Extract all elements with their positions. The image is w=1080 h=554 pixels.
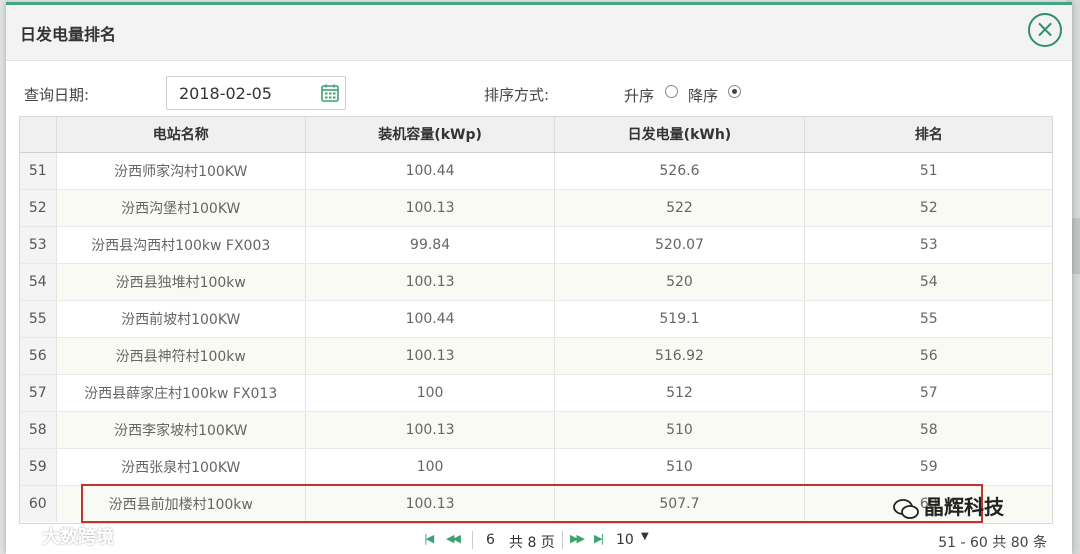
row-number-header (20, 117, 57, 153)
daily-energy-cell: 520.07 (554, 226, 805, 264)
daily-energy-cell: 520 (554, 263, 805, 301)
pager-divider (562, 531, 563, 549)
capacity-cell: 100.13 (305, 189, 556, 227)
sort-asc-label: 升序 (624, 87, 655, 105)
station-name-cell: 汾西县沟西村100kw FX003 (56, 226, 306, 264)
watermark-left: 大数跨境 (10, 523, 114, 549)
current-page-input[interactable]: 6 (486, 532, 495, 548)
daily-energy-cell: 507.7 (554, 485, 805, 522)
dialog-title: 日发电量排名 (20, 25, 117, 44)
table-row[interactable]: 51 汾西师家沟村100KW 100.44 526.6 51 (20, 152, 1052, 190)
station-name-cell: 汾西县前加楼村100kw (56, 485, 306, 522)
first-page-icon[interactable]: |◀ (424, 532, 434, 545)
sort-desc-radio[interactable] (728, 85, 741, 98)
rank-cell: 56 (804, 337, 1052, 375)
watermark-right-text: 晶辉科技 (924, 495, 1004, 519)
watermark-right: 晶辉科技 (892, 491, 1004, 520)
capacity-cell: 100.13 (305, 411, 556, 449)
capacity-cell: 100.13 (305, 337, 556, 375)
table-row[interactable]: 52 汾西沟堡村100KW 100.13 522 52 (20, 189, 1052, 227)
pagination-bar: |◀ ◀◀ 6 共 8 页 ▶▶ ▶| 10 ▼ 51 - 60 共 80 条 (6, 525, 1072, 554)
daily-energy-cell: 512 (554, 374, 805, 412)
daily-energy-cell: 522 (554, 189, 805, 227)
query-date-label: 查询日期: (24, 86, 90, 104)
rank-cell: 51 (804, 152, 1052, 190)
station-name-cell: 汾西李家坡村100KW (56, 411, 306, 449)
daily-energy-cell: 519.1 (554, 300, 805, 338)
daily-energy-cell: 516.92 (554, 337, 805, 375)
query-date-input[interactable] (167, 77, 307, 109)
station-name-cell: 汾西张泉村100KW (56, 448, 306, 486)
station-name-cell: 汾西沟堡村100KW (56, 189, 306, 227)
calendar-icon[interactable] (321, 84, 339, 102)
next-page-icon[interactable]: ▶▶ (570, 532, 585, 545)
daily-energy-cell: 510 (554, 411, 805, 449)
watermark-left-text: 大数跨境 (42, 527, 114, 548)
query-date-field[interactable] (166, 76, 346, 110)
table-row[interactable]: 58 汾西李家坡村100KW 100.13 510 58 (20, 411, 1052, 449)
row-number: 59 (20, 448, 57, 486)
last-page-icon[interactable]: ▶| (594, 532, 604, 545)
close-icon: × (1034, 15, 1056, 43)
capacity-cell: 99.84 (305, 226, 556, 264)
column-header-rank[interactable]: 排名 (804, 117, 1052, 153)
page-size-select[interactable]: 10 (616, 532, 634, 548)
row-number: 55 (20, 300, 57, 338)
rank-cell: 52 (804, 189, 1052, 227)
station-name-cell: 汾西前坡村100KW (56, 300, 306, 338)
row-number: 57 (20, 374, 57, 412)
background-tab (1072, 218, 1080, 274)
table-row[interactable]: 59 汾西张泉村100KW 100 510 59 (20, 448, 1052, 486)
capacity-cell: 100 (305, 448, 556, 486)
row-number: 52 (20, 189, 57, 227)
rank-cell: 54 (804, 263, 1052, 301)
table-row[interactable]: 55 汾西前坡村100KW 100.44 519.1 55 (20, 300, 1052, 338)
row-number: 51 (20, 152, 57, 190)
prev-page-icon[interactable]: ◀◀ (446, 532, 461, 545)
sort-asc-radio[interactable] (665, 85, 678, 98)
dialog-header: 日发电量排名 × (6, 5, 1072, 61)
sort-mode-label: 排序方式: (484, 86, 550, 104)
close-button[interactable]: × (1028, 13, 1062, 47)
daily-generation-ranking-dialog: 日发电量排名 × 查询日期: 排序方式: 升序 降序 电站名称 装机容量(kWp… (6, 2, 1072, 554)
table-row[interactable]: 56 汾西县神符村100kw 100.13 516.92 56 (20, 337, 1052, 375)
station-name-cell: 汾西师家沟村100KW (56, 152, 306, 190)
capacity-cell: 100.13 (305, 485, 556, 522)
column-header-station-name[interactable]: 电站名称 (56, 117, 306, 153)
ranking-table: 电站名称 装机容量(kWp) 日发电量(kWh) 排名 51 汾西师家沟村100… (19, 116, 1053, 524)
watermark-logo-icon (11, 530, 37, 546)
rank-cell: 57 (804, 374, 1052, 412)
station-name-cell: 汾西县薛家庄村100kw FX013 (56, 374, 306, 412)
station-name-cell: 汾西县神符村100kw (56, 337, 306, 375)
rank-cell: 58 (804, 411, 1052, 449)
capacity-cell: 100.13 (305, 263, 556, 301)
capacity-cell: 100.44 (305, 152, 556, 190)
table-header-row: 电站名称 装机容量(kWp) 日发电量(kWh) 排名 (20, 117, 1052, 153)
table-row[interactable]: 54 汾西县独堆村100kw 100.13 520 54 (20, 263, 1052, 301)
row-number: 56 (20, 337, 57, 375)
rank-cell: 53 (804, 226, 1052, 264)
row-number: 54 (20, 263, 57, 301)
table-row[interactable]: 57 汾西县薛家庄村100kw FX013 100 512 57 (20, 374, 1052, 412)
capacity-cell: 100 (305, 374, 556, 412)
pagination-info: 51 - 60 共 80 条 (938, 535, 1047, 551)
capacity-cell: 100.44 (305, 300, 556, 338)
daily-energy-cell: 526.6 (554, 152, 805, 190)
total-pages-label: 共 8 页 (509, 535, 555, 551)
table-row[interactable]: 53 汾西县沟西村100kw FX003 99.84 520.07 53 (20, 226, 1052, 264)
station-name-cell: 汾西县独堆村100kw (56, 263, 306, 301)
row-number: 60 (20, 485, 57, 522)
wechat-icon (893, 498, 919, 519)
pager-divider (472, 531, 473, 549)
daily-energy-cell: 510 (554, 448, 805, 486)
sort-desc-label: 降序 (688, 87, 719, 105)
chevron-down-icon[interactable]: ▼ (641, 531, 649, 542)
column-header-daily-energy[interactable]: 日发电量(kWh) (554, 117, 805, 153)
rank-cell: 59 (804, 448, 1052, 486)
row-number: 58 (20, 411, 57, 449)
rank-cell: 55 (804, 300, 1052, 338)
row-number: 53 (20, 226, 57, 264)
column-header-capacity[interactable]: 装机容量(kWp) (305, 117, 556, 153)
